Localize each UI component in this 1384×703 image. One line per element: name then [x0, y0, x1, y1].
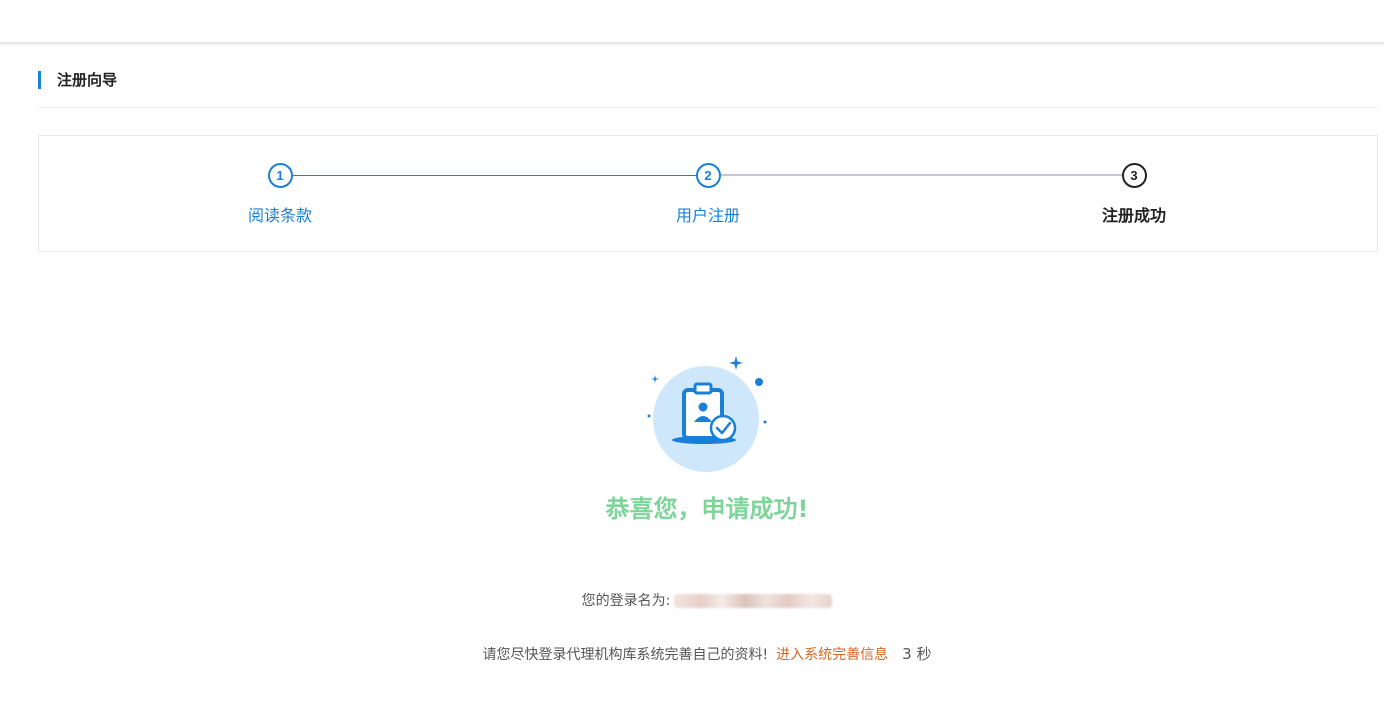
section-header: 注册向导 — [38, 66, 1378, 108]
registration-steps: 1 阅读条款 2 用户注册 3 注册成功 — [38, 135, 1378, 252]
step-register-success: 3 注册成功 — [1074, 163, 1194, 225]
step-read-terms: 1 阅读条款 — [220, 163, 340, 225]
section-accent-bar — [38, 71, 41, 89]
step-label: 注册成功 — [1101, 206, 1166, 225]
step-number: 2 — [695, 163, 721, 188]
step-number: 3 — [1121, 163, 1147, 188]
section-title: 注册向导 — [57, 71, 118, 89]
login-name-value-redacted — [674, 594, 833, 608]
top-header-bar — [0, 0, 1384, 44]
step-number: 1 — [267, 163, 293, 188]
completion-notice-text: 请您尽快登录代理机构库系统完善自己的资料! — [482, 647, 769, 663]
success-message: 恭喜您，申请成功! — [605, 495, 809, 523]
login-name-row: 您的登录名为: — [492, 591, 922, 611]
step-label: 用户注册 — [675, 206, 740, 225]
login-name-label: 您的登录名为: — [581, 593, 671, 609]
enter-system-link[interactable]: 进入系统完善信息 — [776, 647, 888, 663]
step-label: 阅读条款 — [247, 206, 312, 225]
clipboard-user-check-icon — [642, 352, 772, 477]
step-user-register: 2 用户注册 — [648, 163, 768, 225]
step-connector-pending — [721, 174, 1123, 176]
step-connector-completed — [293, 175, 709, 176]
redirect-countdown: 3 秒 — [902, 645, 932, 663]
completion-notice-row: 请您尽快登录代理机构库系统完善自己的资料! 进入系统完善信息 3 秒 — [400, 644, 1014, 665]
